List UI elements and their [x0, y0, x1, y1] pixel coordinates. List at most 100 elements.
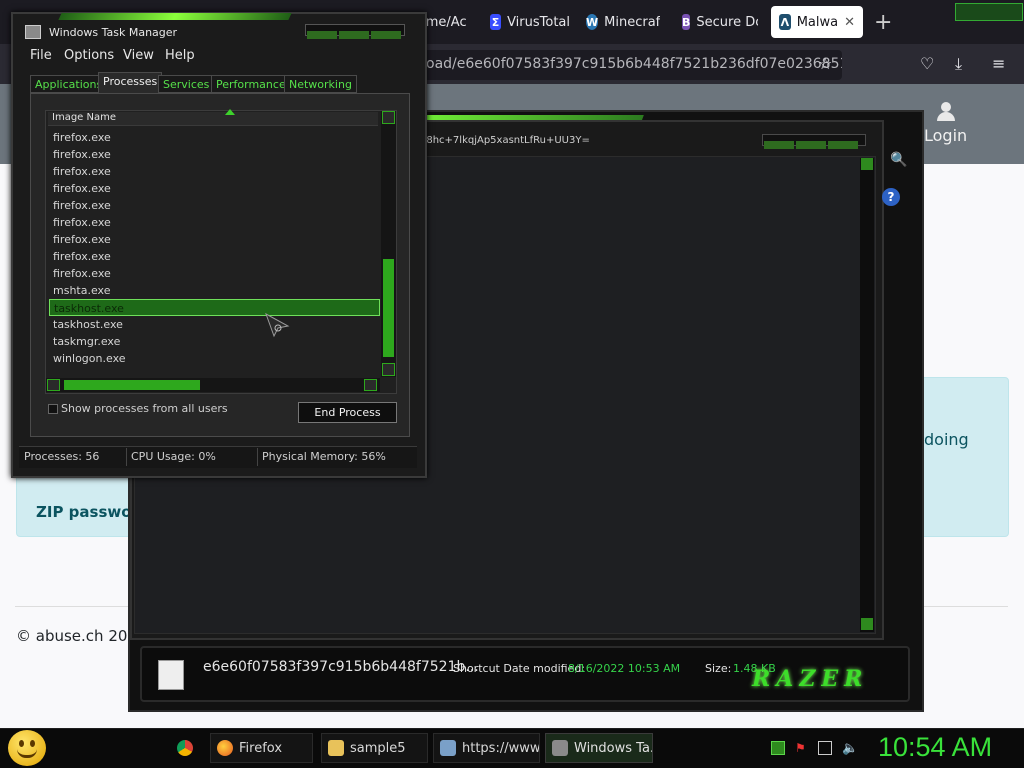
status-memory: Physical Memory: 56%: [262, 450, 386, 463]
tab-label: Malwa: [796, 14, 839, 30]
folder-icon: [328, 740, 344, 756]
process-row[interactable]: taskhost.exe: [49, 316, 380, 333]
show-all-users-checkbox[interactable]: [48, 404, 58, 414]
scroll-down-button[interactable]: [861, 618, 873, 630]
process-row[interactable]: mshta.exe: [49, 282, 380, 299]
process-row[interactable]: taskhost.exe: [49, 299, 380, 316]
window-controls[interactable]: [305, 24, 405, 39]
tab-applications[interactable]: Applications: [30, 75, 108, 93]
dialog-window-controls[interactable]: [762, 134, 866, 149]
chrome-icon[interactable]: [177, 740, 193, 756]
menu-file[interactable]: File: [30, 48, 52, 63]
tray-green-icon[interactable]: [771, 741, 785, 755]
tab-secure[interactable]: B Secure Dc: [682, 6, 758, 38]
info-text: doing: [924, 430, 969, 449]
taskbar-button-sample5[interactable]: sample5: [321, 733, 428, 763]
process-row[interactable]: firefox.exe: [49, 231, 380, 248]
scroll-right-button[interactable]: [364, 379, 377, 391]
new-tab-button[interactable]: +: [874, 10, 892, 35]
scroll-thumb[interactable]: [383, 259, 394, 357]
task-manager-icon: [552, 740, 568, 756]
sort-ascending-icon: [225, 109, 235, 115]
scroll-up-button[interactable]: [382, 111, 395, 124]
status-separator: [257, 448, 258, 466]
process-row[interactable]: firefox.exe: [49, 248, 380, 265]
date-label: Shortcut Date modified:: [453, 662, 586, 675]
window-title: Windows Task Manager: [49, 26, 178, 39]
window-icon: [440, 740, 456, 756]
process-row[interactable]: taskmgr.exe: [49, 333, 380, 350]
process-row[interactable]: firefox.exe: [49, 214, 380, 231]
menu-help[interactable]: Help: [165, 48, 195, 63]
taskbar-button-task-manager[interactable]: Windows Ta...: [545, 733, 653, 763]
file-icon: [158, 660, 184, 690]
firefox-icon: [217, 740, 233, 756]
status-separator: [126, 448, 127, 466]
scroll-up-button[interactable]: [861, 158, 873, 170]
download-icon[interactable]: ⤓: [955, 54, 962, 74]
tab-label: Minecraft: [604, 14, 660, 30]
menu-view[interactable]: View: [123, 48, 154, 63]
url-bar[interactable]: oad/e6e60f07583f397c915b6b448f7521b236df…: [410, 50, 842, 80]
taskbar-label: https://www....: [462, 740, 540, 756]
column-header-image-name[interactable]: Image Name: [48, 112, 378, 126]
tab-networking[interactable]: Networking: [284, 75, 357, 93]
volume-icon[interactable]: 🔈: [842, 741, 858, 756]
search-icon[interactable]: 🔍: [890, 152, 907, 168]
taskbar-button-firefox[interactable]: Firefox: [210, 733, 313, 763]
scroll-down-button[interactable]: [382, 363, 395, 376]
process-row[interactable]: firefox.exe: [49, 265, 380, 282]
tab-services[interactable]: Services: [158, 75, 215, 93]
file-name: e6e60f07583f397c915b6b448f7521b...: [203, 659, 479, 675]
tab-label: Secure Dc: [696, 14, 758, 30]
scroll-thumb[interactable]: [64, 380, 200, 390]
tab-malwarebazaar[interactable]: Λ Malwa ✕: [771, 6, 863, 38]
process-row[interactable]: firefox.exe: [49, 180, 380, 197]
login-label: Login: [924, 126, 968, 145]
process-row[interactable]: firefox.exe: [49, 197, 380, 214]
network-icon[interactable]: [818, 741, 832, 755]
show-all-users-label[interactable]: Show processes from all users: [61, 402, 228, 415]
taskbar-label: Windows Ta...: [574, 740, 652, 756]
taskbar-label: sample5: [350, 740, 406, 756]
process-row[interactable]: firefox.exe: [49, 146, 380, 163]
menu-icon[interactable]: ≡: [992, 54, 1005, 73]
window-accent-stripe: [58, 13, 292, 20]
tab-label: VirusTotal: [507, 14, 570, 30]
virustotal-icon: Σ: [490, 14, 502, 30]
pocket-icon[interactable]: ♡: [920, 54, 934, 73]
mouse-cursor-icon: [265, 312, 290, 338]
tab-processes[interactable]: Processes: [98, 72, 163, 93]
scroll-left-button[interactable]: [47, 379, 60, 391]
menu-options[interactable]: Options: [64, 48, 114, 63]
window-controls[interactable]: [955, 3, 1023, 21]
process-row[interactable]: firefox.exe: [49, 129, 380, 146]
tab-performance[interactable]: Performance: [211, 75, 291, 93]
size-label: Size:: [705, 662, 732, 675]
tab-virustotal[interactable]: Σ VirusTotal: [490, 6, 570, 38]
tab-minecraft[interactable]: W Minecraft: [586, 6, 660, 38]
user-icon: [936, 102, 955, 122]
status-processes: Processes: 56: [24, 450, 100, 463]
process-row[interactable]: firefox.exe: [49, 163, 380, 180]
taskbar-clock[interactable]: 10:54 AM: [878, 732, 992, 763]
taskbar-button-browser[interactable]: https://www....: [433, 733, 540, 763]
malwarebazaar-icon: Λ: [779, 14, 791, 30]
process-row[interactable]: winlogon.exe: [49, 350, 380, 367]
help-icon[interactable]: ?: [882, 188, 900, 206]
start-button-smiley-icon[interactable]: [8, 730, 46, 766]
action-center-flag-icon[interactable]: ⚑: [795, 741, 809, 755]
tab-1[interactable]: l.me/Ac: [418, 6, 478, 38]
close-icon[interactable]: ✕: [844, 15, 855, 30]
login-link[interactable]: Login: [924, 102, 967, 145]
dialog-scrollbar[interactable]: [860, 158, 874, 632]
razer-logo: RAZER: [752, 666, 869, 692]
taskbar-label: Firefox: [239, 740, 283, 756]
bookmark-star-icon[interactable]: ☆: [818, 54, 832, 73]
zip-password-label: ZIP passwor: [36, 503, 139, 521]
status-cpu: CPU Usage: 0%: [131, 450, 216, 463]
task-manager-icon: [25, 25, 41, 39]
horizontal-scrollbar[interactable]: [46, 378, 380, 392]
end-process-button[interactable]: End Process: [298, 402, 397, 423]
vertical-scrollbar[interactable]: [381, 111, 396, 377]
